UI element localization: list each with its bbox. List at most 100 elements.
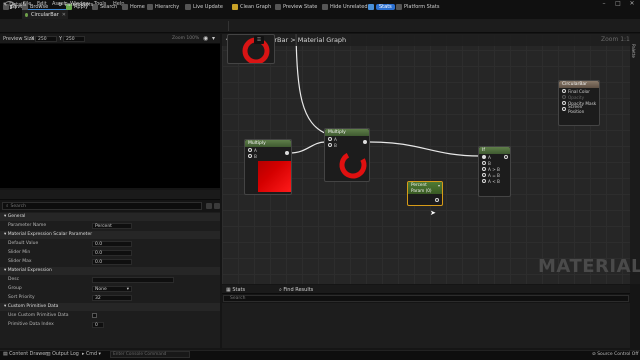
tab-find-results[interactable]: ⌕ Find Results — [279, 287, 313, 293]
section-custom-label: Custom Primitive Data — [7, 304, 59, 309]
grid-view-icon[interactable] — [206, 203, 212, 209]
preview-y-label: Y — [59, 36, 63, 42]
find-results-search-input[interactable]: Search — [223, 295, 629, 302]
row-primitive-index: Primitive Data Index — [0, 321, 220, 329]
clean-graph-icon — [232, 4, 238, 10]
preview-viewport[interactable] — [0, 44, 220, 188]
asset-tab-label: CircularBar — [30, 11, 59, 18]
graph-zoom-label: Zoom 1:1 — [601, 36, 630, 43]
primitive-index-input[interactable]: 0 — [92, 322, 104, 328]
pin-icon — [248, 154, 252, 158]
output-pin-icon[interactable] — [435, 198, 439, 202]
preview-y-input[interactable]: 250 — [63, 36, 85, 42]
wire-multiply-to-if — [369, 141, 481, 157]
platform-stats-label: Platform Stats — [404, 4, 440, 10]
param-name-label: Parameter Name — [8, 223, 47, 228]
cmd-label: Cmd — [85, 352, 98, 357]
hide-unrelated-label: Hide Unrelated — [330, 4, 368, 10]
section-material-expression[interactable]: ▾ Material Expression — [0, 267, 220, 275]
minimize-icon[interactable]: – — [597, 0, 611, 9]
close-window-icon[interactable]: ✕ — [625, 0, 639, 9]
texture-node[interactable] — [227, 34, 275, 65]
use-custom-checkbox[interactable] — [92, 313, 97, 318]
details-tab-icon: ✎ — [3, 2, 8, 8]
tab-details[interactable]: ✎ Details ✕ — [3, 2, 43, 8]
cmd-dropdown[interactable]: ▸ Cmd ▾ — [82, 352, 101, 357]
console-command-input[interactable]: Enter Console Command — [110, 351, 190, 358]
section-custom-primitive[interactable]: ▾ Custom Primitive Data — [0, 303, 220, 311]
collapse-icon[interactable]: ▾ — [438, 183, 440, 188]
pin-icon — [482, 179, 486, 183]
desc-input[interactable] — [92, 277, 174, 283]
palette-panel[interactable] — [630, 34, 640, 284]
pin-label: Opacity — [568, 94, 585, 100]
maximize-icon[interactable]: □ — [611, 0, 625, 9]
material-output-node[interactable]: CircularBar Final Color Opacity Opacity … — [558, 80, 600, 126]
multiply-center-title: Multiply — [325, 129, 369, 136]
pin-icon — [562, 107, 566, 111]
group-label: Group — [8, 286, 22, 291]
pin-icon — [482, 161, 486, 165]
multiply-node-center[interactable]: Multiply A B — [324, 128, 370, 182]
search-icon: ⌕ — [6, 204, 9, 209]
output-pin-screen-position[interactable]: Screen Position — [559, 104, 599, 114]
home-button[interactable]: Home — [122, 3, 145, 11]
hide-unrelated-icon — [322, 4, 328, 10]
details-tabs — [0, 190, 220, 200]
multiply-left-preview — [258, 161, 291, 192]
hierarchy-label: Hierarchy — [155, 4, 180, 10]
preview-x-input[interactable]: 250 — [35, 36, 57, 42]
group-dropdown[interactable]: None ▾ — [92, 286, 132, 292]
output-log-button[interactable]: ▥ Output Log — [46, 352, 79, 357]
pin-label: A > B — [488, 166, 500, 172]
sort-priority-input[interactable]: 32 — [92, 295, 132, 301]
eye-icon[interactable]: ◉ — [203, 35, 208, 42]
toolbar-separator — [228, 21, 229, 31]
preview-menu-icon[interactable]: ▾ — [212, 35, 215, 42]
slider-max-input[interactable]: 0.0 — [92, 259, 132, 265]
pin-b-label: B — [254, 153, 257, 159]
find-results-area — [222, 303, 630, 348]
source-control-button[interactable]: ⊘ Source Control Off — [592, 352, 638, 357]
section-scalar-label: Material Expression Scalar Parameter — [7, 232, 93, 237]
content-drawer-button[interactable]: ▤ Content Drawer — [3, 352, 47, 357]
platform-stats-icon — [396, 4, 402, 10]
live-update-button[interactable]: Live Update — [185, 3, 223, 11]
preview-state-button[interactable]: Preview State — [275, 3, 317, 11]
multiply-left-pin-b[interactable]: B — [245, 153, 291, 159]
settings-icon[interactable] — [214, 203, 220, 209]
search-button[interactable]: Search — [92, 3, 117, 11]
use-custom-label: Use Custom Primitive Data — [8, 313, 69, 318]
pin-icon — [562, 89, 566, 93]
default-value-input[interactable]: 0.0 — [92, 241, 132, 247]
tab-parameters[interactable]: ⚙ Parameters — [58, 2, 93, 8]
clean-graph-button[interactable]: Clean Graph — [232, 3, 271, 11]
output-pin-icon[interactable] — [363, 140, 367, 144]
output-pin-icon[interactable] — [285, 151, 289, 155]
multiply-node-left[interactable]: Multiply A B — [244, 139, 292, 195]
close-details-icon[interactable]: ✕ — [39, 2, 43, 8]
if-node[interactable]: If A B A > B A = B A < B — [478, 146, 511, 197]
stats-button[interactable]: Stats — [368, 3, 395, 11]
slider-min-input[interactable]: 0.0 — [92, 250, 132, 256]
details-search-input[interactable]: ⌕ Search — [2, 202, 202, 210]
home-label: Home — [130, 4, 145, 10]
percent-parameter-node[interactable]: Percent Param (0) ▾ — [407, 181, 443, 206]
hierarchy-button[interactable]: Hierarchy — [147, 3, 179, 11]
param-name-input[interactable]: Percent — [92, 223, 132, 229]
multiply-left-title: Multiply — [245, 140, 291, 147]
if-pin-altb[interactable]: A < B — [479, 178, 510, 184]
pin-label: B — [488, 160, 491, 166]
details-tab-label: Details — [9, 2, 27, 8]
platform-stats-button[interactable]: Platform Stats — [396, 3, 439, 11]
output-pin-icon[interactable] — [504, 155, 508, 159]
section-general[interactable]: ▾ General — [0, 213, 220, 221]
texture-preview-icon — [242, 37, 270, 65]
chevron-down-icon: ▾ — [126, 287, 129, 292]
hide-unrelated-button[interactable]: Hide Unrelated — [322, 3, 368, 11]
section-scalar-parameter[interactable]: ▾ Material Expression Scalar Parameter — [0, 231, 220, 239]
node-collapse-icon[interactable]: ⁝⁝ — [254, 36, 264, 44]
tab-stats[interactable]: ▦ Stats — [226, 287, 245, 293]
close-tab-icon[interactable]: ✕ — [62, 12, 66, 18]
find-results-tab-label: Find Results — [283, 287, 314, 293]
